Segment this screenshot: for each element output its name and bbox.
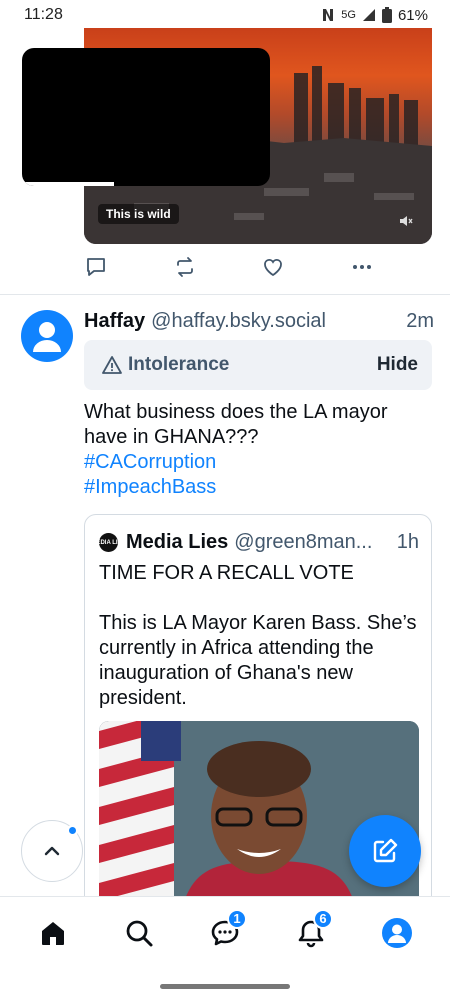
quoted-paragraph: This is LA Mayor Karen Bass. She’s curre… <box>99 612 417 709</box>
nav-home[interactable] <box>25 905 81 961</box>
quoted-post-time: 1h <box>396 531 419 553</box>
like-heart-icon[interactable] <box>261 255 285 279</box>
search-icon <box>126 920 153 946</box>
quoted-author-handle: @green8man... <box>234 531 373 553</box>
flag-stripes <box>99 721 181 913</box>
nfc-icon <box>321 8 335 22</box>
more-options-icon[interactable] <box>350 255 374 279</box>
video-pip-player[interactable] <box>22 48 270 186</box>
home-icon <box>42 921 64 945</box>
chat-badge: 1 <box>227 908 247 929</box>
content-warning-label: Intolerance Hide <box>84 340 432 390</box>
post-divider <box>0 294 450 295</box>
post-actions <box>84 254 374 280</box>
compose-post-button[interactable] <box>349 815 421 887</box>
post-time[interactable]: 2m <box>406 310 434 333</box>
new-posts-indicator <box>67 825 78 836</box>
quoted-post-text: TIME FOR A RECALL VOTE This is LA Mayor … <box>99 561 419 736</box>
author-name[interactable]: Haffay <box>84 310 145 333</box>
profile-icon <box>382 917 412 948</box>
repost-icon[interactable] <box>173 255 197 279</box>
warning-label-text: Intolerance <box>128 354 230 375</box>
bottom-navigation: 1 6 <box>0 896 450 968</box>
nav-search[interactable] <box>111 905 167 961</box>
network-label: 5G <box>341 9 356 21</box>
quoted-author-name: Media Lies <box>126 531 229 553</box>
chevron-up-icon <box>44 846 60 856</box>
hide-button[interactable]: Hide <box>377 354 418 376</box>
battery-icon <box>381 7 392 23</box>
battery-level: 61% <box>397 6 428 24</box>
quoted-author-avatar: MEDIA LIES <box>91 533 126 552</box>
quoted-paragraph: TIME FOR A RECALL VOTE <box>99 562 354 584</box>
status-time: 11:28 <box>24 6 63 23</box>
hashtag-link[interactable]: #ImpeachBass <box>84 475 434 500</box>
status-icons: 5G 61% <box>321 7 428 24</box>
nav-chat[interactable]: 1 <box>197 905 253 961</box>
notifications-badge: 6 <box>313 908 333 929</box>
author-handle[interactable]: @haffay.bsky.social <box>151 310 406 333</box>
hashtag-link[interactable]: #CACorruption <box>84 450 434 475</box>
quoted-post-header: MEDIA LIES Media Lies @green8man... 1h <box>91 531 419 554</box>
post-header: Haffay @haffay.bsky.social 2m <box>84 310 434 333</box>
nav-profile[interactable] <box>369 905 425 961</box>
video-caption: This is wild <box>98 204 179 224</box>
author-avatar[interactable] <box>21 310 73 362</box>
reply-icon[interactable] <box>84 255 108 279</box>
warning-icon <box>102 355 122 375</box>
gesture-navigation-bar <box>160 984 290 989</box>
status-bar: 11:28 5G 61% <box>0 0 450 30</box>
volume-muted-icon[interactable] <box>398 213 414 234</box>
video-progress-bar <box>22 182 114 186</box>
post-text: What business does the LA mayor have in … <box>84 401 388 448</box>
post-body: What business does the LA mayor have in … <box>84 400 434 500</box>
compose-icon <box>373 838 398 863</box>
nav-notifications[interactable]: 6 <box>283 905 339 961</box>
signal-icon <box>362 8 376 22</box>
